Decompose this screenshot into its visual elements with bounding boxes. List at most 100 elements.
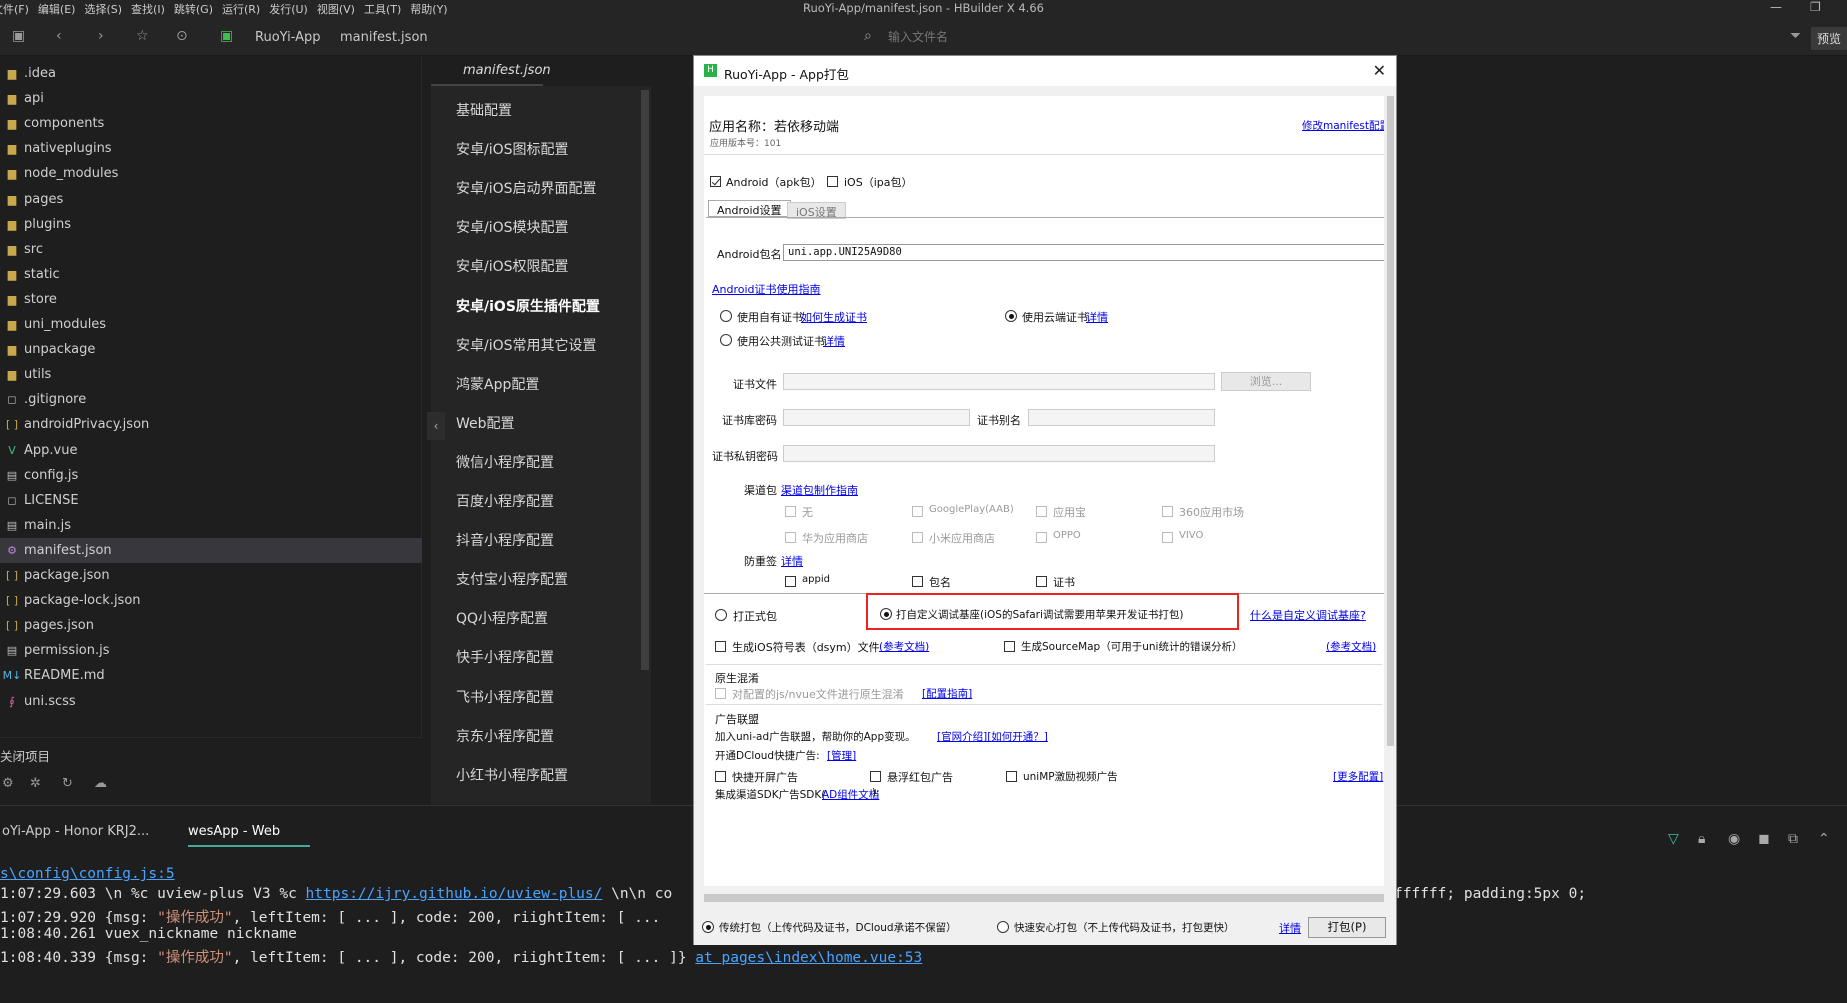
cert-file-input[interactable]: [783, 373, 1215, 390]
refresh-icon[interactable]: ↻: [62, 776, 73, 791]
tree-item[interactable]: [ ] package.json: [0, 563, 422, 588]
dialog-hscrollbar[interactable]: [704, 894, 1384, 902]
ad-join-links[interactable]: [官网介绍][如何开通？]: [937, 729, 1048, 744]
cert-alias-input[interactable]: [1028, 409, 1215, 426]
antiresign-detail-link[interactable]: 详情: [781, 553, 803, 569]
tree-item[interactable]: ▆ pages: [0, 187, 422, 212]
console-tab-web[interactable]: wesApp - Web: [188, 824, 311, 847]
stop-icon[interactable]: ◉: [1728, 831, 1740, 847]
channel-guide-link[interactable]: 渠道包制作指南: [781, 482, 858, 498]
tree-item[interactable]: ▆ api: [0, 86, 422, 111]
channel-vivo-checkbox[interactable]: [1162, 532, 1173, 543]
fast-pack-radio[interactable]: [997, 921, 1009, 933]
preview-button[interactable]: 预览: [1810, 27, 1847, 50]
dialog-scrollbar[interactable]: [1387, 96, 1394, 746]
tree-item[interactable]: ⚙ manifest.json: [0, 537, 422, 563]
tree-item[interactable]: [ ] androidPrivacy.json: [0, 412, 422, 437]
tree-item[interactable]: ▆ src: [0, 237, 422, 262]
own-cert-radio[interactable]: [720, 310, 732, 322]
nav-item[interactable]: 小红书小程序配置: [456, 765, 568, 785]
nav-item[interactable]: 微信小程序配置: [456, 452, 554, 472]
restore-icon[interactable]: ❐: [1810, 0, 1821, 14]
tree-item[interactable]: ▆ uni_modules: [0, 312, 422, 337]
tab-android[interactable]: Android设置: [708, 200, 791, 217]
breadcrumb-file[interactable]: manifest.json: [340, 30, 428, 45]
nav-item[interactable]: 飞书小程序配置: [456, 687, 554, 707]
nav-item[interactable]: 安卓/iOS启动界面配置: [456, 178, 597, 198]
uview-link[interactable]: https://ijry.github.io/uview-plus/: [306, 886, 603, 902]
tree-item[interactable]: ▆ static: [0, 262, 422, 287]
tree-item[interactable]: ▆ store: [0, 287, 422, 312]
nav-item[interactable]: 安卓/iOS图标配置: [456, 139, 569, 159]
tree-item[interactable]: ◻ .gitignore: [0, 387, 422, 412]
close-project-label[interactable]: 关闭项目: [0, 746, 50, 765]
ad-sdk-doc-link[interactable]: AD组件文档: [822, 787, 879, 802]
collapse-icon[interactable]: ‹: [427, 412, 445, 440]
antiresign-package-checkbox[interactable]: [912, 576, 923, 587]
chevron-up-icon[interactable]: ⌃: [1818, 831, 1830, 847]
modify-manifest-link[interactable]: 修改manifest配置: [1302, 118, 1384, 133]
editor-tab-manifest[interactable]: manifest.json: [431, 57, 551, 86]
tree-item[interactable]: ▆ node_modules: [0, 161, 422, 186]
cloud-cert-radio[interactable]: [1005, 310, 1017, 322]
tree-item[interactable]: [ ] pages.json: [0, 613, 422, 638]
file-search-input[interactable]: [888, 28, 1168, 46]
filter-icon[interactable]: ⏷: [1790, 28, 1801, 44]
tree-item[interactable]: ▤ config.js: [0, 463, 422, 488]
save-icon[interactable]: ▣: [12, 28, 25, 44]
ios-checkbox[interactable]: [827, 176, 838, 187]
how-cert-link[interactable]: 如何生成证书: [801, 309, 867, 325]
tree-item[interactable]: ▤ main.js: [0, 513, 422, 538]
popout-icon[interactable]: ⧉: [1788, 831, 1798, 847]
tree-item[interactable]: [ ] package-lock.json: [0, 588, 422, 613]
sourcemap-doc-link[interactable]: (参考文档): [1326, 639, 1376, 654]
channel-oppo-checkbox[interactable]: [1036, 532, 1047, 543]
channel-huawei-checkbox[interactable]: [785, 532, 796, 543]
nav-item[interactable]: 安卓/iOS原生插件配置: [456, 296, 600, 316]
bug-icon[interactable]: ✲: [30, 776, 41, 791]
channel-none-checkbox[interactable]: [785, 506, 796, 517]
tree-item[interactable]: ▆ .idea: [0, 61, 422, 86]
dsym-doc-link[interactable]: (参考文档): [879, 639, 929, 654]
tree-item[interactable]: ▆ plugins: [0, 212, 422, 237]
star-icon[interactable]: ☆: [136, 28, 149, 44]
custom-base-link[interactable]: 什么是自定义调试基座?: [1250, 607, 1366, 623]
ad-video-checkbox[interactable]: [1006, 771, 1017, 782]
antiresign-appid-checkbox[interactable]: [785, 576, 796, 587]
nav-item[interactable]: 安卓/iOS权限配置: [456, 256, 569, 276]
tree-item[interactable]: ▆ components: [0, 111, 422, 136]
breadcrumb-project[interactable]: RuoYi-App: [255, 30, 321, 45]
browse-button[interactable]: 浏览...: [1221, 372, 1311, 391]
nav-item[interactable]: 百度小程序配置: [456, 491, 554, 511]
obfuscation-guide-link[interactable]: [配置指南]: [922, 686, 972, 701]
channel-yyb-checkbox[interactable]: [1036, 506, 1047, 517]
dsym-checkbox[interactable]: [715, 641, 726, 652]
config-link[interactable]: s\config\config.js:5: [0, 866, 175, 882]
ad-more-link[interactable]: [更多配置]: [1333, 769, 1383, 784]
nav-scrollbar[interactable]: [641, 90, 649, 670]
nav-item[interactable]: Web配置: [456, 413, 515, 433]
nav-item[interactable]: 基础配置: [456, 100, 512, 120]
ad-redpack-checkbox[interactable]: [870, 771, 881, 782]
ad-splash-checkbox[interactable]: [715, 771, 726, 782]
nav-item[interactable]: 抖音小程序配置: [456, 530, 554, 550]
cert-guide-link[interactable]: Android证书使用指南: [712, 281, 821, 297]
channel-xiaomi-checkbox[interactable]: [912, 532, 923, 543]
nav-item[interactable]: 安卓/iOS常用其它设置: [456, 335, 597, 355]
forward-icon[interactable]: ›: [98, 28, 104, 44]
tree-item[interactable]: ◻ LICENSE: [0, 488, 422, 513]
custom-base-radio[interactable]: [880, 608, 892, 620]
cert-password-input[interactable]: [783, 409, 970, 426]
channel-googleplay-checkbox[interactable]: [912, 506, 923, 517]
minimize-icon[interactable]: —: [1770, 0, 1782, 14]
run-icon[interactable]: ⊙: [176, 28, 188, 44]
tree-item[interactable]: ▤ permission.js: [0, 638, 422, 663]
pack-button[interactable]: 打包(P): [1308, 917, 1386, 938]
nav-item[interactable]: 京东小程序配置: [456, 726, 554, 746]
nav-item[interactable]: 安卓/iOS模块配置: [456, 217, 569, 237]
tree-item[interactable]: ▆ utils: [0, 362, 422, 387]
nav-item[interactable]: 快手小程序配置: [456, 647, 554, 667]
antiresign-cert-checkbox[interactable]: [1036, 576, 1047, 587]
package-name-input[interactable]: uni.app.UNI25A9D80: [783, 244, 1384, 261]
sourcemap-checkbox[interactable]: [1004, 641, 1015, 652]
